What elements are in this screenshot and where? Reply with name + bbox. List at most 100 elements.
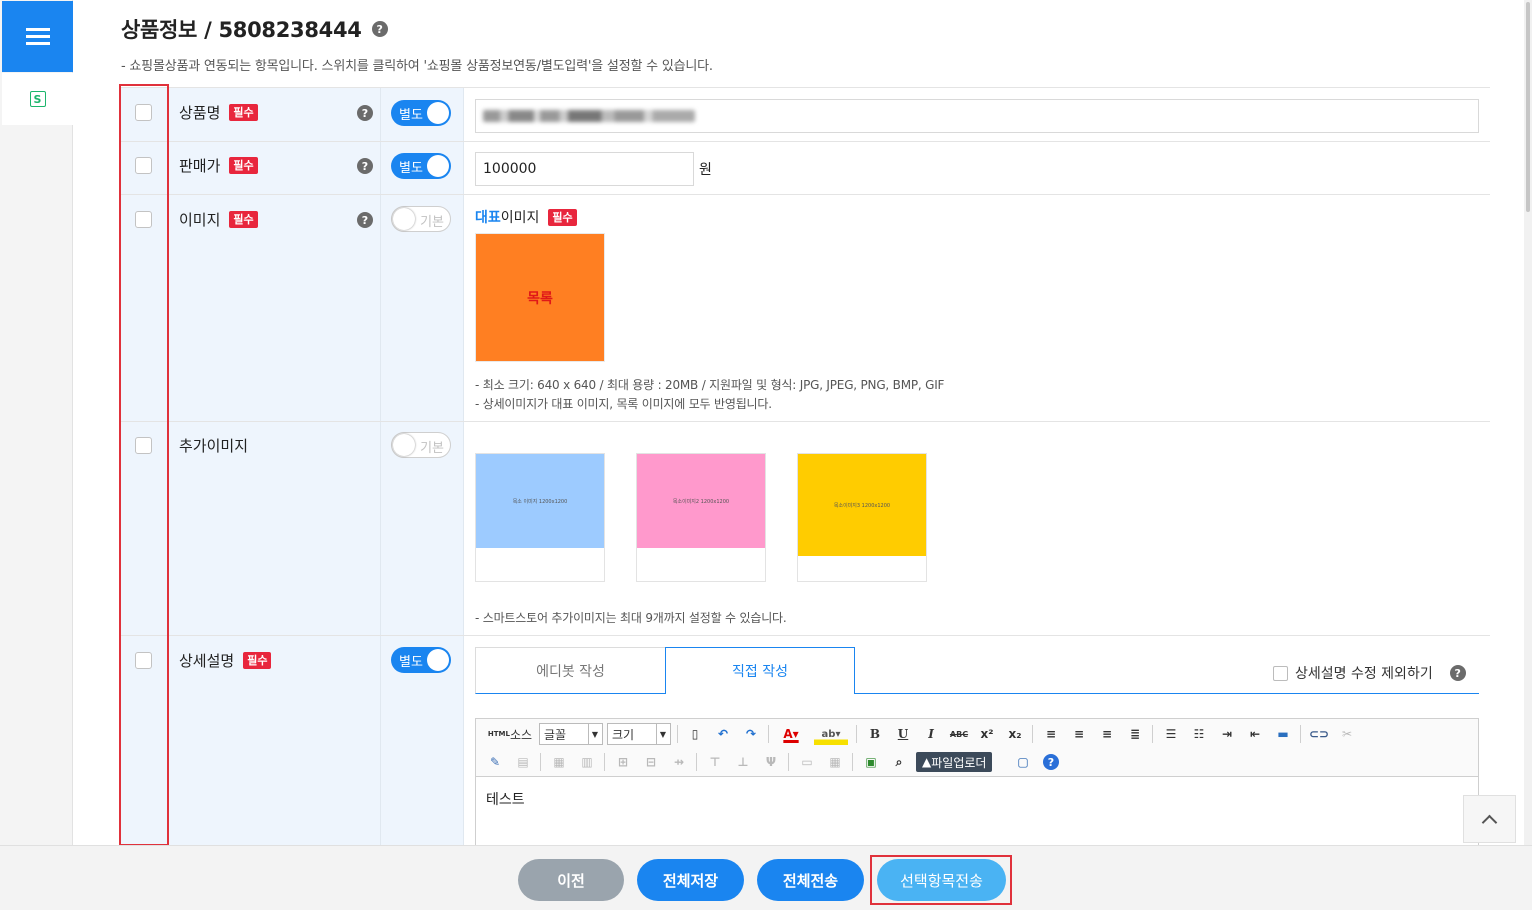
editor-help-icon[interactable]: ? [1040,751,1062,773]
font-select[interactable]: 글꼴 ▼ [539,723,603,745]
row-label-description: 상세설명 필수 [179,650,272,671]
new-document-icon[interactable]: ▯ [684,723,706,745]
representative-image-thumb[interactable]: 목록 [475,233,605,362]
template-icon[interactable]: ▤ [512,751,534,773]
row-delete-icon[interactable]: ⊟ [640,751,662,773]
help-icon[interactable]: ? [357,158,373,174]
ordered-list-icon[interactable]: ☰ [1160,723,1182,745]
subscript-icon[interactable]: x₂ [1004,723,1026,745]
sync-toggle-description[interactable]: 별도 [391,647,451,673]
link-icon[interactable]: ⊂⊃ [1308,723,1330,745]
italic-icon[interactable]: I [920,723,942,745]
menu-button[interactable] [2,1,73,72]
row-insert-icon[interactable]: ⊞ [612,751,634,773]
help-icon[interactable]: ? [357,212,373,228]
smartstore-icon: S [29,91,46,107]
extra-image-2[interactable]: 목소이미지2 1200x1200 [636,453,766,582]
price-unit: 원 [699,162,712,178]
highlight-color-icon[interactable]: ab▾ [814,723,848,745]
required-badge: 필수 [548,208,577,226]
send-all-button[interactable]: 전체전송 [757,859,864,901]
unlink-icon[interactable]: ✂ [1336,723,1358,745]
table-icon[interactable]: ▦ [548,751,570,773]
col-move-icon[interactable]: Ψ [760,751,782,773]
source-button[interactable]: HTML 소스 [484,723,536,745]
image-icon[interactable]: ▣ [860,751,882,773]
align-left-icon[interactable]: ≡ [1040,723,1062,745]
merge-cells-icon[interactable]: ▭ [796,751,818,773]
sync-toggle-price[interactable]: 별도 [391,153,451,179]
sync-toggle-extra-images[interactable]: 기본 [391,432,451,458]
extra-image-3[interactable]: 목소이미지3 1200x1200 [797,453,927,582]
smartstore-tab[interactable]: S [2,73,73,125]
editor-toolbar: HTML 소스 글꼴 ▼ 크기 ▼ ▯ ↶ ↷ A▾ ab▾ B U I ABC x²… [476,719,1478,777]
tab-underline [855,693,1479,694]
file-uploader-button[interactable]: ▲ 파일업로더 [916,752,993,772]
edit-icon[interactable]: ✎ [484,751,506,773]
page-title: 상품정보 / 5808238444 ? [121,14,388,44]
undo-icon[interactable]: ↶ [712,723,734,745]
preview-icon[interactable]: ⌕ [888,751,910,773]
extra-image-1[interactable]: 목소 이미지 1200x1200 [475,453,605,582]
required-badge: 필수 [229,104,258,121]
send-selected-button[interactable]: 선택항목전송 [877,859,1006,901]
outdent-icon[interactable]: ⇤ [1244,723,1266,745]
select-checkbox-image[interactable] [135,211,152,228]
tab-editor-write[interactable]: 에디봇 작성 [475,647,666,694]
horizontal-rule-icon[interactable]: ▬ [1272,723,1294,745]
row-label-price: 판매가 필수 [179,155,258,176]
size-select[interactable]: 크기 ▼ [607,723,671,745]
extra-image-note: - 스마트스토어 추가이미지는 최대 9개까지 설정할 수 있습니다. [475,611,787,625]
product-form: 상품명 필수 ? 별도 판매가 필수 ? 별도 100000 원 이미지 필수 … [119,87,1490,845]
strikethrough-icon[interactable]: ABC [948,723,970,745]
font-color-icon[interactable]: A▾ [776,723,806,745]
select-checkbox-description[interactable] [135,652,152,669]
page-subtitle: - 쇼핑몰상품과 연동되는 항목입니다. 스위치를 클릭하여 '쇼핑몰 상품정보… [121,59,713,74]
product-name-input[interactable] [475,99,1479,133]
row-label-name: 상품명 필수 [179,102,258,123]
underline-icon[interactable]: U [892,723,914,745]
menu-icon [25,35,50,38]
price-input[interactable]: 100000 [475,152,694,186]
save-all-button[interactable]: 전체저장 [637,859,744,901]
description-editor: HTML 소스 글꼴 ▼ 크기 ▼ ▯ ↶ ↷ A▾ ab▾ B U I ABC x²… [475,718,1479,845]
image-note-detail: - 상세이미지가 대표 이미지, 목록 이미지에 모두 반영됩니다. [475,397,772,411]
scroll-top-button[interactable] [1463,795,1516,843]
select-checkbox-price[interactable] [135,157,152,174]
row-label-extra-images: 추가이미지 [179,437,249,455]
select-checkbox-name[interactable] [135,104,152,121]
required-badge: 필수 [243,652,272,669]
left-rail: S [0,0,73,845]
select-checkbox-extra-images[interactable] [135,437,152,454]
editor-content[interactable]: 테스트 [486,789,525,809]
align-center-icon[interactable]: ≡ [1068,723,1090,745]
row-divider [119,635,1490,636]
blurred-product-name [483,110,695,122]
redo-icon[interactable]: ↷ [740,723,762,745]
align-justify-icon[interactable]: ≣ [1124,723,1146,745]
indent-icon[interactable]: ⇥ [1216,723,1238,745]
help-icon[interactable]: ? [371,21,388,37]
prev-button[interactable]: 이전 [518,859,624,901]
sync-toggle-image[interactable]: 기본 [391,206,451,232]
col-insert-icon[interactable]: ⊤ [704,751,726,773]
toggle-column [380,88,464,845]
col-delete-icon[interactable]: ⊥ [732,751,754,773]
align-right-icon[interactable]: ≡ [1096,723,1118,745]
split-cells-icon[interactable]: ▦ [824,751,846,773]
exclude-description-checkbox[interactable] [1273,665,1288,681]
table-props-icon[interactable]: ▥ [576,751,598,773]
help-icon[interactable]: ? [357,105,373,121]
row-label-image: 이미지 필수 [179,209,258,230]
sync-toggle-name[interactable]: 별도 [391,100,451,126]
page-title-text: 상품정보 / 5808238444 [121,18,362,42]
tab-direct-write[interactable]: 직접 작성 [665,647,855,694]
bold-icon[interactable]: B [864,723,886,745]
unordered-list-icon[interactable]: ☷ [1188,723,1210,745]
page-scrollbar[interactable] [1524,0,1532,845]
row-divider [119,141,1490,142]
fullscreen-icon[interactable]: ▢ [1012,751,1034,773]
row-move-icon[interactable]: ⇸ [668,751,690,773]
superscript-icon[interactable]: x² [976,723,998,745]
help-icon[interactable]: ? [1449,665,1466,681]
